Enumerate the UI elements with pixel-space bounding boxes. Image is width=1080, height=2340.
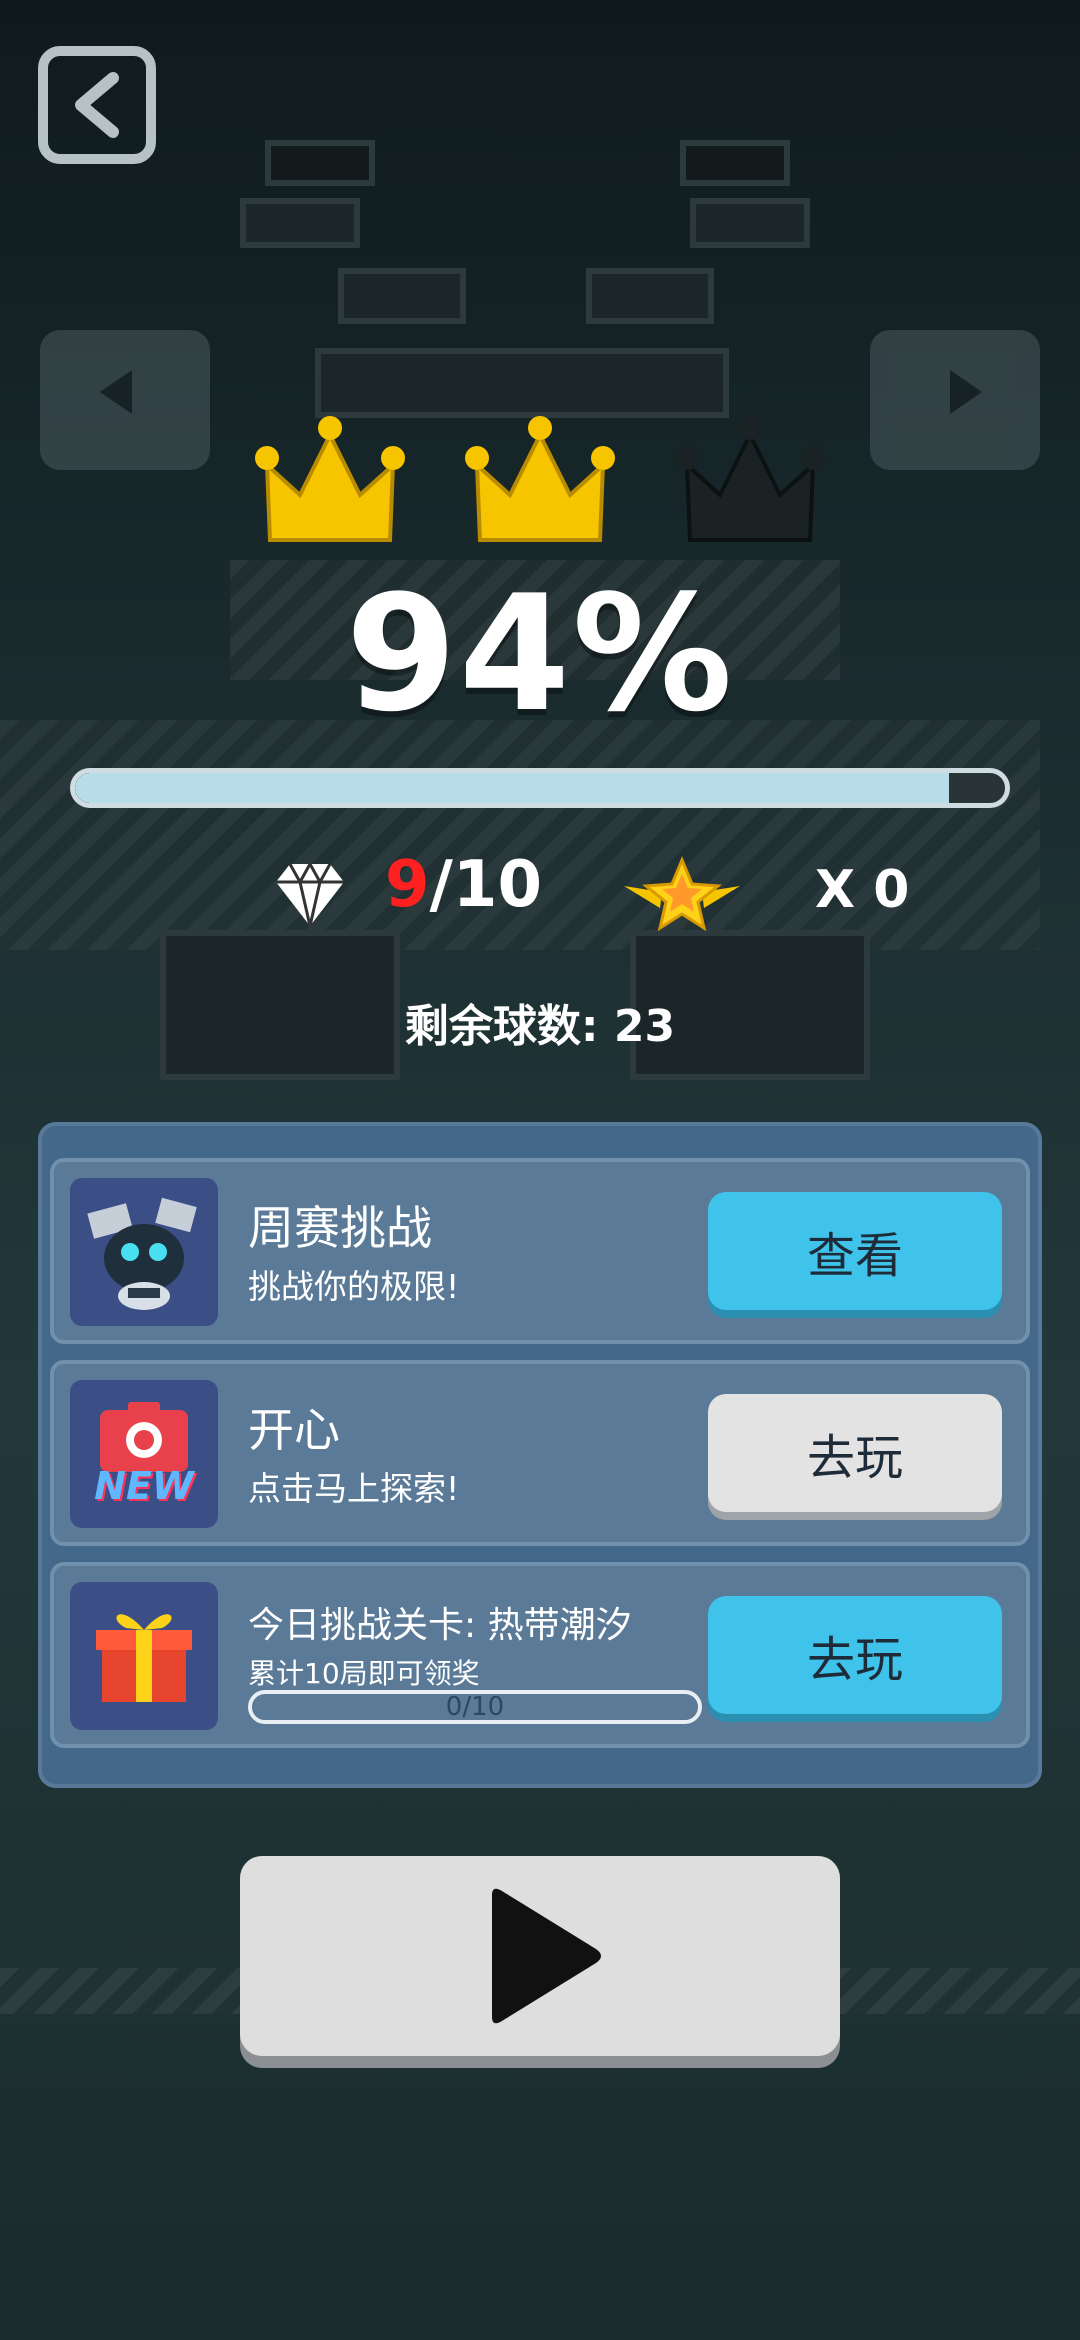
card-daily-challenge[interactable]: 今日挑战关卡: 热带潮汐 累计10局即可领奖 0/10 去玩 [50,1562,1030,1748]
new-camera-icon: NEW [70,1380,218,1528]
bg-tile [338,268,466,324]
bg-tile [240,198,360,248]
gem-count: 9/10 [385,848,542,922]
bg-creature [40,330,210,470]
crown-icon-1 [255,410,405,550]
bg-creature-eye [100,370,132,414]
play-icon [492,1888,601,2024]
bg-tile [315,348,729,418]
card-title: 今日挑战关卡: 热带潮汐 [248,1605,632,1646]
chevron-left-icon [75,72,119,138]
level-progress-fill [75,773,950,803]
bg-creature-eye [950,370,982,414]
view-button[interactable]: 查看 [708,1192,1002,1310]
daily-progress-bar: 0/10 [248,1690,702,1724]
robot-icon [70,1178,218,1326]
diamond-icon [276,860,344,927]
card-title: 开心 [248,1403,340,1457]
play-now-button[interactable]: 去玩 [708,1596,1002,1714]
card-weekly-challenge[interactable]: 周赛挑战 挑战你的极限! 查看 [50,1158,1030,1344]
level-progress-bar [70,768,1010,808]
play-now-button[interactable]: 去玩 [708,1394,1002,1512]
card-subtitle: 累计10局即可领奖 [248,1657,480,1690]
completion-percent: 94% [345,560,735,747]
card-happy[interactable]: NEW 开心 点击马上探索! 去玩 [50,1360,1030,1546]
star-count: X 0 [815,860,910,920]
daily-progress-label: 0/10 [445,1692,505,1722]
bg-creature [870,330,1040,470]
bg-tile [586,268,714,324]
card-subtitle: 点击马上探索! [248,1469,460,1508]
bg-tile [690,198,810,248]
crown-icon-3-empty [675,410,825,550]
card-subtitle: 挑战你的极限! [248,1267,460,1306]
stats-row: 9/10 X 0 [0,840,1080,940]
balls-remaining: 剩余球数: 23 [404,1001,676,1052]
gift-icon [70,1582,218,1730]
crown-icon-2 [465,410,615,550]
back-button[interactable] [38,46,156,164]
gem-count-total: /10 [429,848,542,922]
bg-tile [680,140,790,186]
winged-star-icon [624,856,740,932]
play-button[interactable] [240,1856,840,2056]
gem-count-collected: 9 [385,848,430,922]
bg-tile [265,140,375,186]
activity-panel: 周赛挑战 挑战你的极限! 查看 NEW 开心 点击马上探索! 去玩 今日挑战关卡… [38,1122,1042,1788]
new-badge: NEW [94,1464,194,1508]
card-title: 周赛挑战 [248,1201,432,1255]
